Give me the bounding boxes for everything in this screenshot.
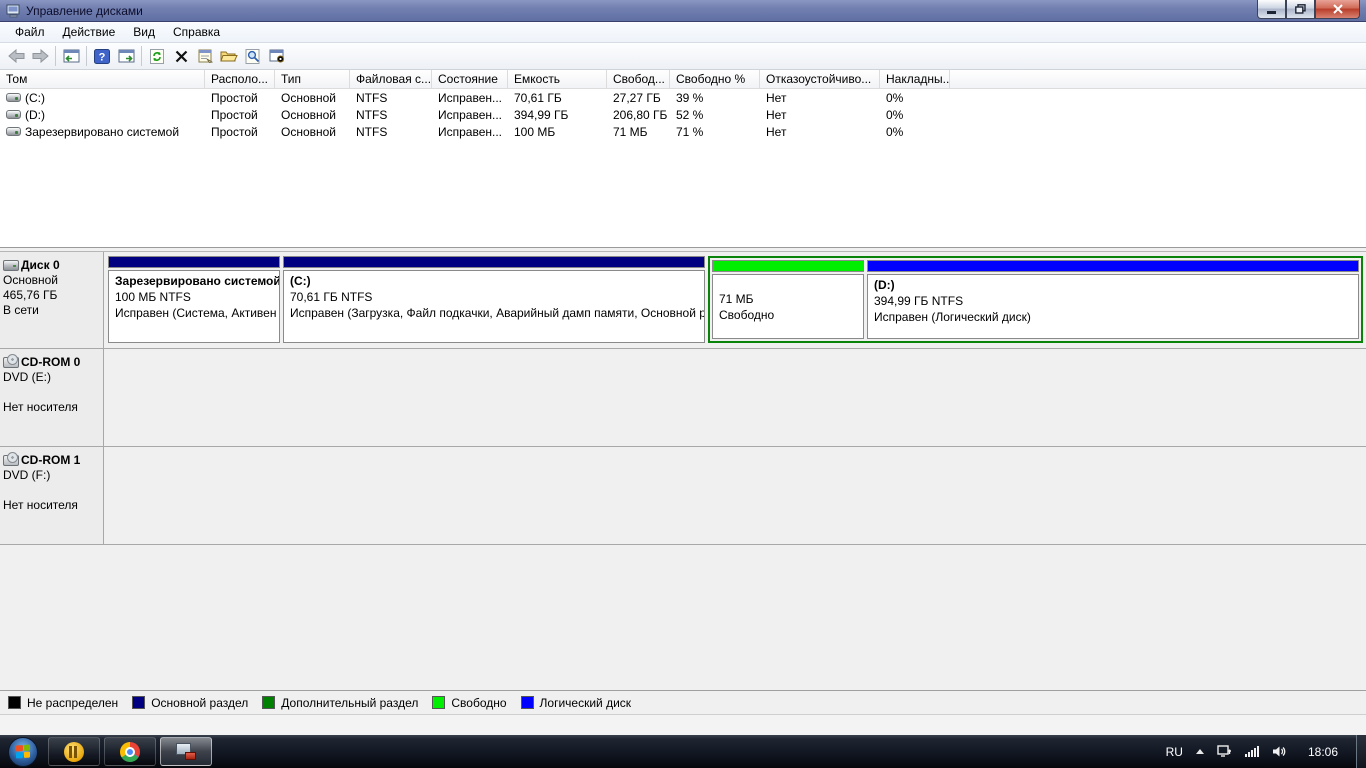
partition-c[interactable]: (C:) 70,61 ГБ NTFS Исправен (Загрузка, Ф… [283,256,705,343]
legend-item-primary-partition: Основной раздел [132,696,248,710]
column-header-filesystem[interactable]: Файловая с... [350,70,432,88]
forward-icon[interactable] [28,45,52,67]
partition-color-strip [867,260,1359,272]
cdrom0-panel[interactable]: CD-ROM 0 DVD (E:) Нет носителя [0,349,104,446]
restore-button[interactable] [1286,0,1315,19]
extended-partition-region: 71 МБ Свободно (D:) 394,99 ГБ NTFS Испра… [708,256,1363,343]
partition-color-strip [108,256,280,268]
configure-icon[interactable] [265,45,289,67]
refresh-icon[interactable] [145,45,169,67]
volume-list: Том Располо... Тип Файловая с... Состоян… [0,70,1366,248]
column-header-fault-tolerance[interactable]: Отказоустойчиво... [760,70,880,88]
free-space-color-strip [712,260,864,272]
column-header-volume[interactable]: Том [0,70,205,88]
back-icon[interactable] [4,45,28,67]
volume-icon [6,93,21,102]
cdrom-icon [3,354,19,368]
titlebar: Управление дисками [0,0,1366,22]
disk0-partitions: Зарезервировано системой 100 МБ NTFS Исп… [104,252,1366,348]
column-header-free-pct[interactable]: Свободно % [670,70,760,88]
close-button[interactable] [1315,0,1360,19]
tray-volume-icon[interactable] [1272,745,1287,758]
taskbar-app-messenger[interactable] [48,737,100,766]
cdrom0-row: CD-ROM 0 DVD (E:) Нет носителя [0,349,1366,447]
toolbar-separator [141,46,142,66]
legend-swatch [520,696,534,709]
column-header-filler [950,70,1366,88]
column-header-free[interactable]: Свобод... [607,70,670,88]
legend-swatch [432,696,446,709]
legend-swatch [262,696,276,709]
partition-system-reserved[interactable]: Зарезервировано системой 100 МБ NTFS Исп… [108,256,280,343]
disk-management-window: Управление дисками Файл Действие Вид Спр… [0,0,1366,735]
legend-item-unallocated: Не распределен [8,696,118,710]
volume-icon [6,110,21,119]
partition-color-strip [283,256,705,268]
table-row-volume-c[interactable]: (C:) Простой Основной NTFS Исправен... 7… [0,89,1366,106]
window-bottom-strip [0,714,1366,735]
column-header-status[interactable]: Состояние [432,70,508,88]
properties-icon[interactable] [193,45,217,67]
menu-bar: Файл Действие Вид Справка [0,22,1366,43]
chrome-icon [120,741,140,762]
tray-network-icon[interactable] [1217,745,1232,758]
delete-icon[interactable] [169,45,193,67]
disk0-row: Диск 0 Основной 465,76 ГБ В сети Зарезер… [0,252,1366,349]
partition-d[interactable]: (D:) 394,99 ГБ NTFS Исправен (Логический… [867,260,1359,339]
search-icon[interactable] [241,45,265,67]
hidden-icons-chevron[interactable] [1195,749,1204,754]
toolbar-separator [86,46,87,66]
cdrom0-media-area[interactable] [108,353,1363,441]
taskbar: RU 18:06 [0,735,1366,768]
language-indicator[interactable]: RU [1166,745,1183,759]
window-controls [1257,0,1360,19]
tray-signal-icon[interactable] [1244,746,1259,757]
menu-help[interactable]: Справка [164,23,229,41]
disk-management-app-icon [176,743,196,760]
window-icon [6,4,21,18]
windows-logo-icon [16,744,30,759]
menu-file[interactable]: Файл [6,23,54,41]
taskbar-app-chrome[interactable] [104,737,156,766]
legend-item-free-space: Свободно [432,696,507,710]
volume-list-header: Том Располо... Тип Файловая с... Состоян… [0,70,1366,89]
legend-bar: Не распределен Основной раздел Дополните… [0,690,1366,714]
cdrom-icon [3,452,19,466]
cdrom1-row: CD-ROM 1 DVD (F:) Нет носителя [0,447,1366,545]
legend-item-extended-partition: Дополнительный раздел [262,696,418,710]
help-icon[interactable]: ? [90,45,114,67]
show-desktop-button[interactable] [1356,735,1366,768]
legend-swatch [8,696,21,709]
table-row-volume-d[interactable]: (D:) Простой Основной NTFS Исправен... 3… [0,106,1366,123]
menu-action[interactable]: Действие [54,23,125,41]
show-console-tree-icon[interactable] [59,45,83,67]
column-header-layout[interactable]: Располо... [205,70,275,88]
toolbar-separator [55,46,56,66]
start-button[interactable] [8,736,38,767]
minimize-button[interactable] [1257,0,1286,19]
cdrom1-media-area[interactable] [108,451,1363,539]
legend-swatch [132,696,146,709]
window-title: Управление дисками [26,3,143,18]
hard-disk-icon [3,260,19,271]
menu-view[interactable]: Вид [124,23,164,41]
legend-item-logical-disk: Логический диск [520,696,631,710]
disk0-panel[interactable]: Диск 0 Основной 465,76 ГБ В сети [0,252,104,348]
messenger-app-icon [64,741,84,762]
toolbar: ? [0,43,1366,70]
svg-text:?: ? [99,51,106,63]
free-space-region[interactable]: 71 МБ Свободно [712,260,864,339]
column-header-overhead[interactable]: Накладны... [880,70,950,88]
table-row-volume-system-reserved[interactable]: Зарезервировано системой Простой Основно… [0,123,1366,140]
taskbar-app-disk-management[interactable] [160,737,212,766]
system-tray: RU 18:06 [1166,745,1356,759]
show-action-pane-icon[interactable] [114,45,138,67]
open-folder-icon[interactable] [217,45,241,67]
column-header-type[interactable]: Тип [275,70,350,88]
column-header-capacity[interactable]: Емкость [508,70,607,88]
graphical-view: Диск 0 Основной 465,76 ГБ В сети Зарезер… [0,252,1366,690]
volume-icon [6,127,21,136]
cdrom1-panel[interactable]: CD-ROM 1 DVD (F:) Нет носителя [0,447,104,544]
taskbar-clock[interactable]: 18:06 [1300,745,1346,759]
